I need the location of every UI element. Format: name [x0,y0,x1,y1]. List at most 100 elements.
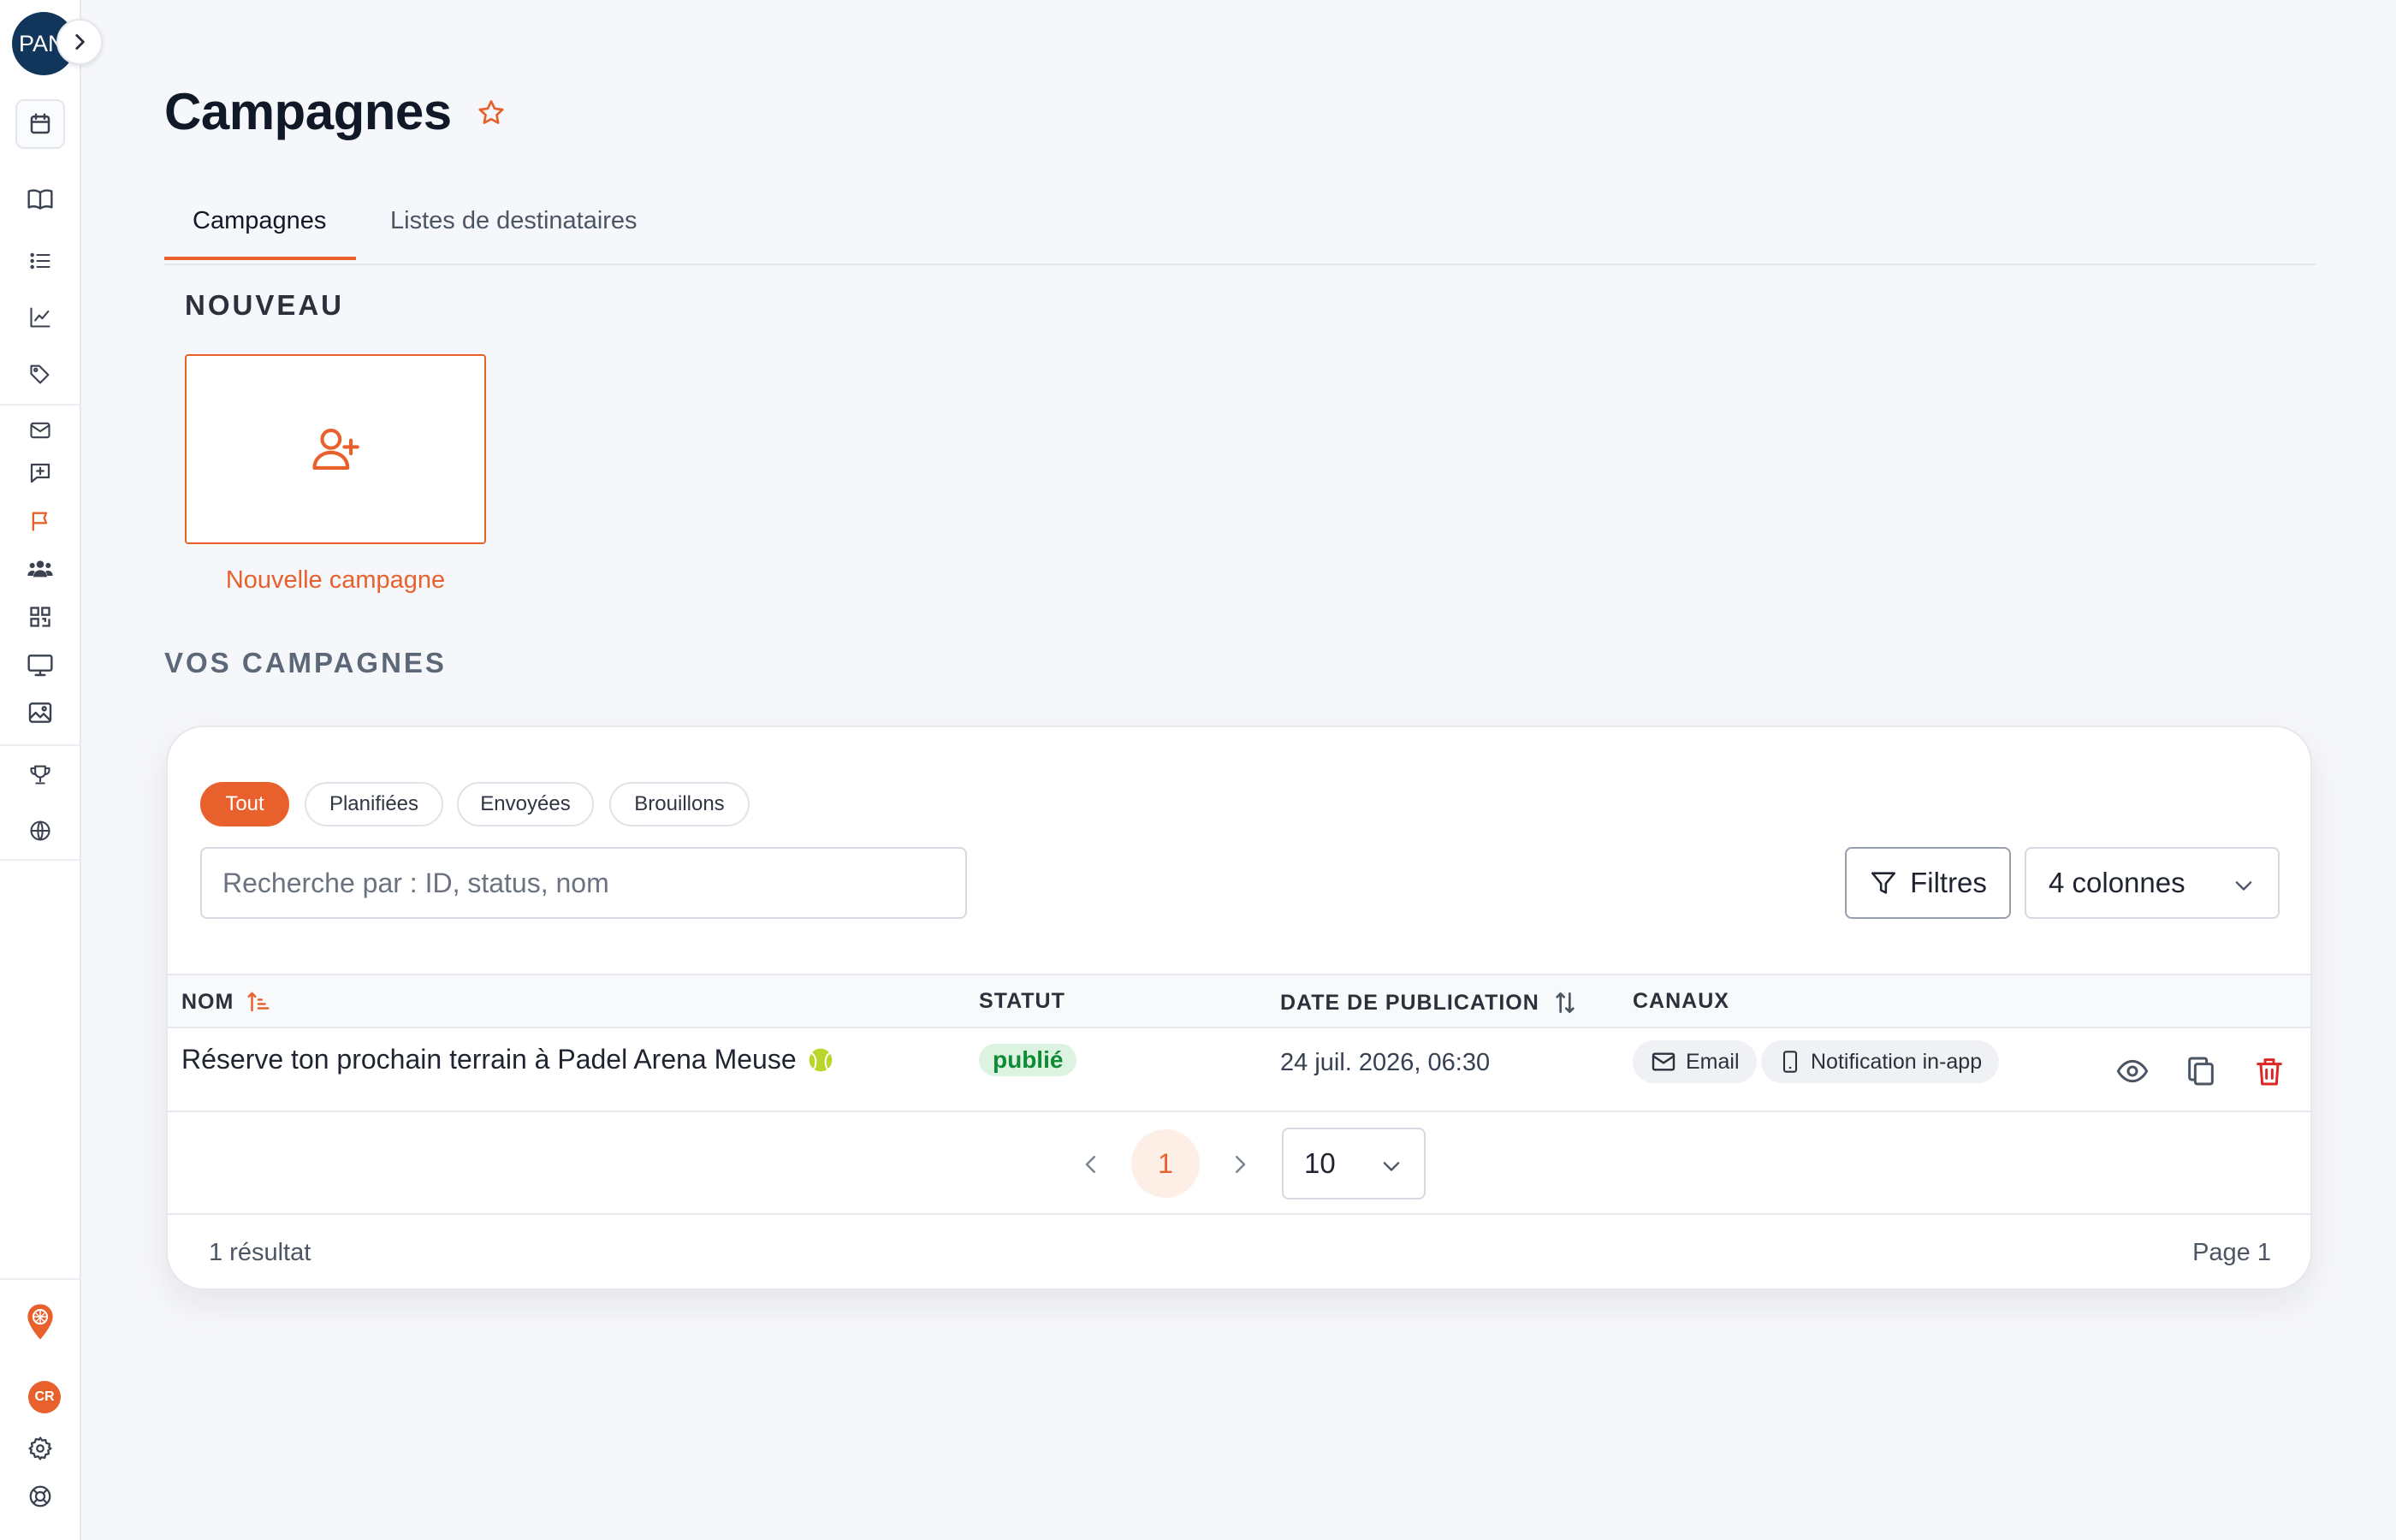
table-row[interactable]: Réserve ton prochain terrain à Padel Are… [168,1028,2310,1112]
phone-icon [1782,1051,1798,1073]
columns-select[interactable]: 4 colonnes [2025,847,2280,919]
copy-icon [2188,1057,2214,1086]
channel-chip-email: Email [1633,1040,1757,1083]
club-badge[interactable]: CR [28,1381,61,1413]
mail-icon [30,422,50,439]
rows-per-page-value: 10 [1304,1147,1336,1179]
column-header-statut: STATUT [979,989,1065,1013]
column-header-date[interactable]: DATE DE PUBLICATION [1280,989,1579,1016]
page-title: Campagnes [164,83,452,140]
filter-pill-tout[interactable]: Tout [200,782,289,826]
column-header-nom-label: NOM [181,989,234,1014]
list-icon [30,252,50,270]
duplicate-button[interactable] [2184,1054,2218,1088]
mail-icon [1652,1052,1675,1071]
tab-bar: Campagnes Listes de destinataires [164,197,2316,265]
filter-pill-planifiees[interactable]: Planifiées [305,782,443,826]
channel-label-email: Email [1686,1049,1740,1074]
column-header-nom[interactable]: NOM [181,989,271,1015]
sidebar-item-web[interactable] [15,806,65,856]
new-campaign-label[interactable]: Nouvelle campagne [185,566,486,595]
chevron-down-icon [1383,1162,1400,1171]
filters-button[interactable]: Filtres [1845,847,2011,919]
qr-icon [30,607,50,627]
image-icon [28,702,52,723]
eye-icon [2116,1059,2149,1083]
sidebar: PAN CR [0,0,103,1540]
campaigns-section-heading: VOS CAMPAGNES [164,647,447,678]
filter-pill-brouillons[interactable]: Brouillons [609,782,750,826]
chevron-left-icon [1085,1156,1095,1173]
chevron-right-icon [75,34,85,50]
sidebar-item-feedback[interactable] [15,448,65,498]
lifebuoy-icon [29,1485,51,1507]
active-tab-indicator [164,257,356,260]
columns-select-value: 4 colonnes [2049,867,2185,898]
search-input[interactable] [200,847,967,919]
column-header-date-label: DATE DE PUBLICATION [1280,990,1539,1015]
star-icon [478,100,504,124]
column-header-canaux: CANAUX [1633,989,1729,1013]
gear-icon [28,1436,52,1460]
campaign-name-cell: Réserve ton prochain terrain à Padel Are… [181,1044,834,1075]
channel-label-in-app: Notification in-app [1811,1049,1983,1074]
monitor-icon [27,654,53,677]
sidebar-item-campaigns[interactable] [15,496,65,546]
status-badge: publié [979,1044,1077,1076]
sidebar-item-gallery[interactable] [15,688,65,737]
trophy-icon [30,765,50,785]
calendar-icon [30,113,50,134]
tab-campagnes[interactable]: Campagnes [193,207,326,264]
chevron-right-icon [1236,1156,1246,1173]
flag-icon [32,512,48,531]
channel-chip-in-app: Notification in-app [1761,1040,2000,1083]
new-section-heading: NOUVEAU [185,289,345,321]
view-button[interactable] [2115,1054,2150,1088]
sidebar-item-trophies[interactable] [15,749,65,799]
sidebar-item-help[interactable] [15,1472,65,1521]
sidebar-item-calendar[interactable] [15,99,65,149]
sort-icon [1556,992,1575,1013]
sidebar-item-settings[interactable] [15,1424,65,1473]
delete-button[interactable] [2252,1054,2286,1088]
table-header: NOM STATUT DATE DE PUBLICATION CANAUX [168,974,2310,1028]
sidebar-item-list[interactable] [15,236,65,286]
sidebar-item-tags[interactable] [15,349,65,399]
sidebar-item-stats[interactable] [15,293,65,342]
expand-sidebar-button[interactable] [56,19,103,65]
sidebar-item-qr[interactable] [15,592,65,642]
publication-date: 24 juil. 2026, 06:30 [1280,1049,1491,1076]
chevron-down-icon [2235,881,2252,891]
campaign-name: Réserve ton prochain terrain à Padel Are… [181,1044,797,1075]
user-plus-icon [312,428,359,471]
location-pin-icon [27,1304,53,1340]
pagination-prev-button[interactable] [1078,1152,1104,1177]
filters-button-label: Filtres [1910,867,1987,898]
sidebar-item-members[interactable] [15,544,65,594]
sort-ascending-icon [247,992,270,1012]
page-indicator: Page 1 [2192,1239,2271,1266]
message-plus-icon [30,463,50,483]
campaigns-panel: Tout Planifiées Envoyées Brouillons Filt… [166,726,2312,1290]
funnel-icon [1871,872,1896,894]
sidebar-item-book[interactable] [15,175,65,224]
filter-pill-envoyees[interactable]: Envoyées [457,782,594,826]
sidebar-item-screens[interactable] [15,640,65,690]
rows-per-page-select[interactable]: 10 [1282,1128,1426,1199]
pagination-next-button[interactable] [1227,1152,1253,1177]
panel-footer-divider [168,1213,2310,1215]
favorite-button[interactable] [476,98,507,128]
globe-icon [30,820,50,841]
trash-icon [2257,1058,2282,1086]
result-count: 1 résultat [209,1239,311,1266]
tab-listes-destinataires[interactable]: Listes de destinataires [390,207,638,264]
pagination-current-page[interactable]: 1 [1131,1129,1200,1198]
tag-icon [30,364,50,384]
book-icon [27,189,53,210]
tennis-ball-icon [809,1048,832,1071]
sidebar-item-club-location[interactable] [15,1297,65,1347]
users-icon [27,560,53,578]
status-cell: publié [979,1044,1077,1076]
new-campaign-card[interactable] [185,354,486,544]
chart-icon [30,307,50,328]
